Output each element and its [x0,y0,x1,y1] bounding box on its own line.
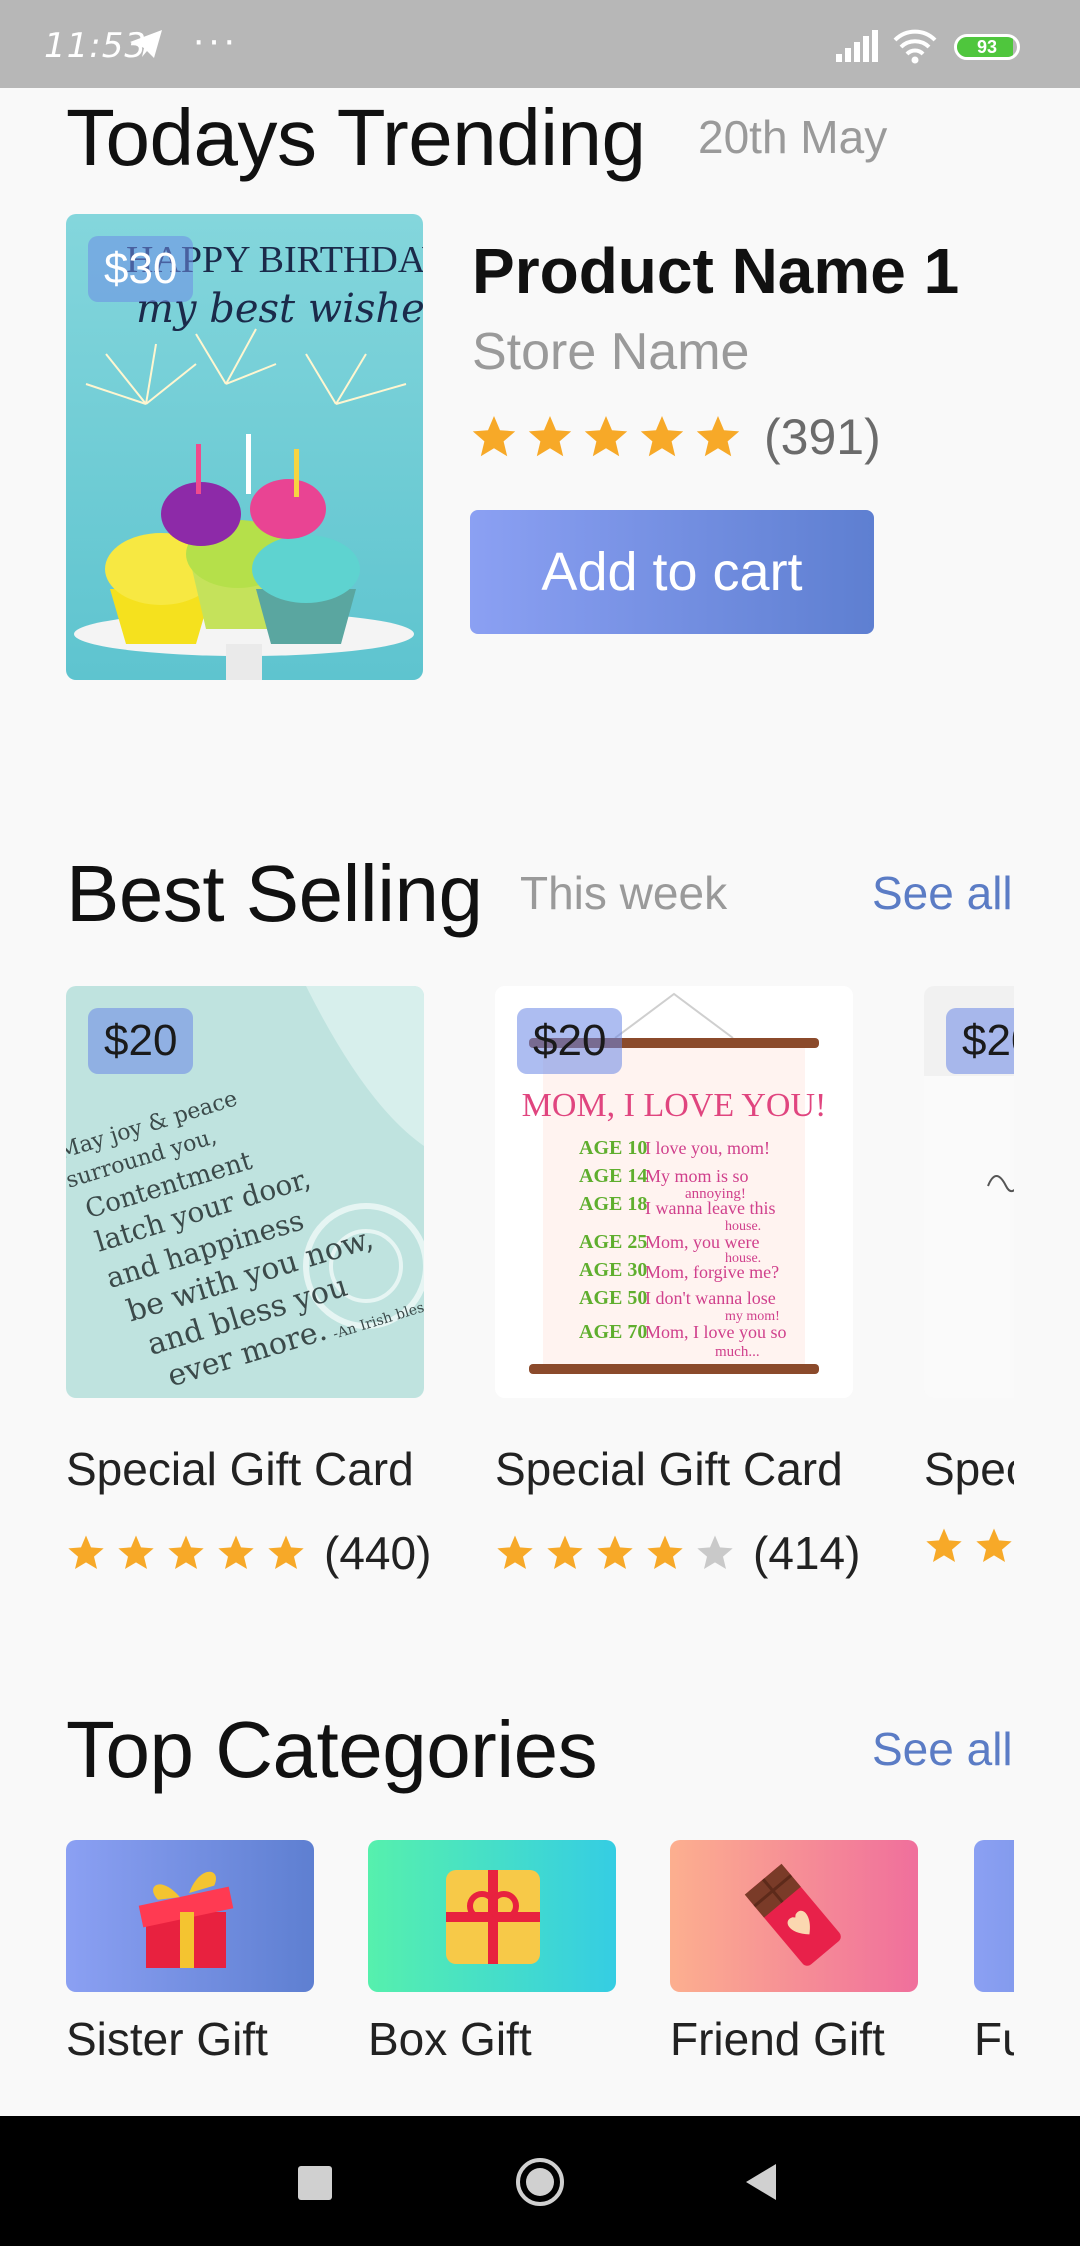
product-image[interactable]: $20 [924,986,1014,1398]
star-filled-icon [597,1535,633,1569]
star-filled-icon [547,1535,583,1569]
svg-text:AGE 25: AGE 25 [579,1231,647,1253]
category-tile[interactable] [974,1840,1014,1992]
wifi-icon [893,29,937,64]
recents-button[interactable] [298,2166,332,2200]
category-item[interactable]: Box Gift [368,1840,616,2065]
product-rating [924,1526,1014,1566]
svg-text:I love you, mom!: I love you, mom! [645,1138,770,1158]
trending-product-name[interactable]: Product Name 1 [472,234,959,308]
telegram-icon [130,30,162,58]
product-name[interactable]: Special Gift Card [924,1442,1014,1496]
trending-review-count: (391) [764,409,881,465]
star-filled-icon [472,416,516,457]
category-label: Sister Gift [66,2013,268,2065]
signal-icon [836,30,878,62]
top-categories-see-all-link[interactable]: See all [872,1722,1013,1776]
trending-date: 20th May [698,111,888,163]
best-selling-see-all-link[interactable]: See all [872,866,1013,920]
star-empty-icon [697,1535,733,1569]
battery-icon: 93 [954,34,1020,60]
star-filled-icon [696,416,740,457]
best-selling-title: Best Selling [66,849,483,938]
trending-title: Todays Trending [66,93,646,182]
category-tile[interactable] [368,1840,616,1992]
star-filled-icon [118,1535,154,1569]
product-rating: (414) [495,1526,860,1580]
product-name[interactable]: Special Gift Card [495,1442,843,1496]
svg-text:Mom, forgive me?: Mom, forgive me? [645,1262,779,1282]
best-selling-subtitle: This week [520,867,728,919]
product-price-badge: $20 [88,1008,194,1074]
svg-text:AGE 18: AGE 18 [579,1193,647,1215]
category-item[interactable]: Sister Gift [66,1840,314,2065]
product-price-badge: $20 [946,1008,1014,1074]
svg-text:AGE 50: AGE 50 [579,1287,647,1309]
present-box-icon [446,1870,540,1964]
star-filled-icon [976,1528,1012,1562]
svg-text:I don't wanna lose: I don't wanna lose [645,1288,776,1308]
gift-box-icon [138,1871,234,1968]
product-name[interactable]: Special Gift Card [66,1442,414,1496]
star-filled-icon [497,1535,533,1569]
battery-level: 93 [976,37,998,57]
trending-store-name[interactable]: Store Name [472,322,749,382]
product-card[interactable]: May joy & peace surround you, Contentmen… [66,986,431,1579]
svg-text:Mom, I love you so: Mom, I love you so [645,1322,787,1342]
svg-text:AGE 70: AGE 70 [579,1321,647,1343]
trending-rating: (391) [470,408,881,466]
svg-text:much...: much... [715,1344,760,1360]
product-review-count: (414) [753,1527,861,1579]
star-filled-icon [68,1535,104,1569]
star-filled-icon [647,1535,683,1569]
product-price-badge: $20 [517,1008,623,1074]
category-item[interactable]: Fun Gift [974,1840,1014,2065]
product-image[interactable]: May joy & peace surround you, Contentmen… [66,986,424,1398]
category-label: Box Gift [368,2013,532,2065]
svg-text:AGE 10: AGE 10 [579,1137,647,1159]
category-tile[interactable] [66,1840,314,1992]
svg-text:MOM, I LOVE YOU!: MOM, I LOVE YOU! [522,1087,827,1124]
status-more-dots: ··· [192,18,238,62]
star-filled-icon [268,1535,304,1569]
categories-carousel[interactable]: Sister Gift Box Gift Friend Gift F [66,1840,1014,2080]
svg-text:AGE 14: AGE 14 [579,1165,647,1187]
trending-price-badge: $30 [88,236,194,302]
product-card[interactable]: MOM, I LOVE YOU! AGE 10 AGE 14 AGE 18 AGE … [495,986,860,1579]
category-label: Friend Gift [670,2013,885,2065]
status-bar: 11:53 ··· 93 [0,0,1080,88]
trending-product-image[interactable]: HAPPY BIRTHDAY my best wishes $30 [66,214,423,680]
top-categories-title: Top Categories [66,1705,598,1794]
svg-text:Mom, you were: Mom, you were [645,1232,759,1252]
category-label: Fun Gift [974,2013,1014,2065]
star-filled-icon [218,1535,254,1569]
star-filled-icon [528,416,572,457]
star-rating [924,1526,1014,1566]
star-filled-icon [926,1528,962,1562]
star-filled-icon [584,416,628,457]
chocolate-heart-icon [744,1863,841,1966]
product-card[interactable]: $20 Special Gift Card [924,986,1014,1562]
category-item[interactable]: Friend Gift [670,1840,918,2065]
svg-text:My mom is so: My mom is so [645,1166,749,1186]
category-tile[interactable] [670,1840,918,1992]
product-rating: (440) [66,1526,431,1580]
add-to-cart-button[interactable]: Add to cart [470,510,874,634]
svg-text:I wanna leave this: I wanna leave this [645,1198,775,1218]
star-filled-icon [168,1535,204,1569]
product-review-count: (440) [324,1527,432,1579]
home-button[interactable] [514,2156,566,2208]
star-rating [470,413,750,461]
best-selling-carousel[interactable]: May joy & peace surround you, Contentmen… [66,986,1014,1606]
product-image[interactable]: MOM, I LOVE YOU! AGE 10 AGE 14 AGE 18 AGE … [495,986,853,1398]
star-rating [495,1533,745,1573]
system-nav-bar [0,2116,1080,2246]
back-button[interactable] [742,2162,778,2202]
star-filled-icon [640,416,684,457]
svg-text:AGE 30: AGE 30 [579,1259,647,1281]
star-rating [66,1533,316,1573]
